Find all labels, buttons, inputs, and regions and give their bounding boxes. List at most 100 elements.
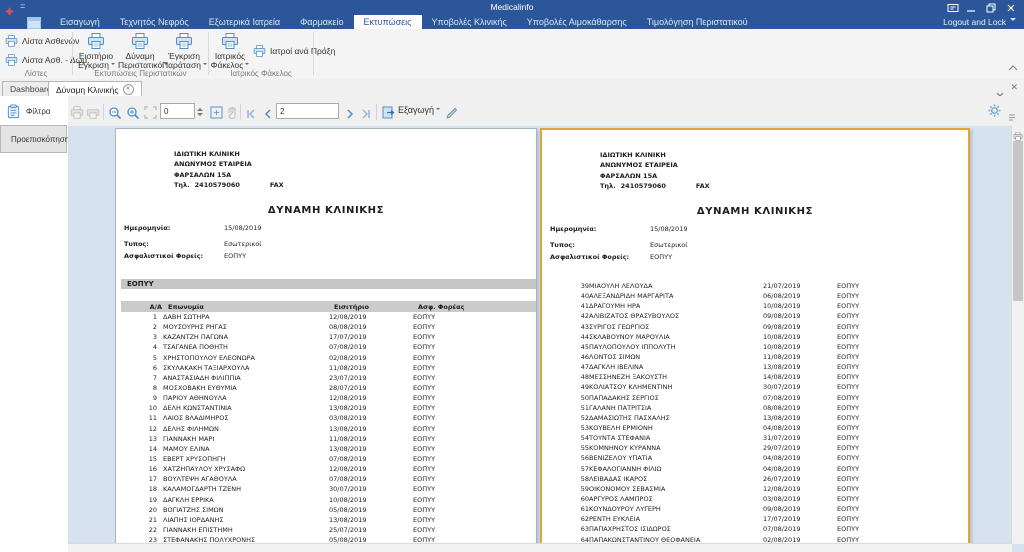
sidebar-item-filters[interactable]: Φίλτρα	[0, 97, 67, 125]
horizontal-scrollbar[interactable]	[68, 543, 1012, 552]
last-page-icon[interactable]	[360, 106, 371, 124]
chevron-down-icon	[203, 63, 207, 67]
report-row: 59ΟΙΚΟΝΟΜΟΥ ΣΕΒΑΣΜΙΑ12/08/2019ΕΟΠΥΥ	[542, 484, 968, 494]
collapse-ribbon-icon[interactable]	[1008, 58, 1018, 76]
report-row: 54ΤΟΥΝΤΑ ΣΤΕΦΑΝΙΑ31/07/2019ΕΟΠΥΥ	[542, 433, 968, 443]
report-cell: 07/08/2019	[329, 343, 366, 351]
report-cell: ΚΟΥΒΕΛΗ ΕΡΜΙΟΝΗ	[589, 424, 653, 432]
zoom-percent-icon[interactable]	[144, 106, 157, 124]
report-cell: ΕΟΠΥΥ	[837, 485, 859, 493]
report-row: 48ΜΕΣΣΗΝΕΖΗ ΞΑΚΟΥΣΤΗ14/08/2019ΕΟΠΥΥ	[542, 372, 968, 382]
report-cell: 47	[545, 363, 589, 371]
zoom-in-icon[interactable]	[126, 106, 140, 125]
report-row: 56ΒΕΝΙΖΕΛΟΥ ΥΠΑΤΙΑ04/08/2019ΕΟΠΥΥ	[542, 453, 968, 463]
report-cell: ΛΕΙΒΑΔΑΣ ΙΚΑΡΟΣ	[589, 475, 647, 483]
close-document-icon[interactable]: ✕	[1010, 82, 1018, 93]
print-doctors-per-procedure-button[interactable]: Ιατροί ανά Πράξη	[253, 45, 335, 57]
report-row: 16ΧΑΤΖΗΠΑΥΛΟΥ ΧΡΥΣΑΦΩ12/08/2019ΕΟΠΥΥ	[116, 464, 536, 474]
report-cell: ΕΟΠΥΥ	[837, 312, 859, 320]
sidebar-item-preview[interactable]: Προεπισκόπηση	[0, 125, 67, 153]
window-title: Medicalinfo	[0, 0, 1024, 15]
menu-tab-ypovoles-aimokatharsis[interactable]: Υποβολές Αιμοκάθαρσης	[517, 15, 637, 29]
report-cell: 08/08/2019	[329, 323, 366, 331]
report-meta-funds: Ασφαλιστικοί Φορείς:ΕΟΠΥΥ	[550, 253, 968, 261]
report-cell: ΤΣΑΓΑΝΕΑ ΠΟΘΗΤΗ	[163, 343, 228, 351]
printer-icon	[5, 54, 18, 66]
menu-tab-exoterika-iatreia[interactable]: Εξωτερικά Ιατρεία	[199, 15, 290, 29]
report-cell: ΕΟΠΥΥ	[837, 404, 859, 412]
print-medical-record-button[interactable]: Ιατρικός Φάκελος	[209, 31, 251, 71]
close-button[interactable]	[1002, 0, 1020, 15]
menu-tab-ypovoles-klinikis[interactable]: Υποβολές Κλινικής	[422, 15, 517, 29]
report-cell: 60	[545, 495, 589, 503]
report-cell: 4	[119, 343, 157, 351]
menu-tab-eisagogi[interactable]: Εισαγωγή	[50, 15, 110, 29]
report-cell: 57	[545, 465, 589, 473]
patient-rows-page1: 1ΔΑΒΗ ΣΩΤΗΡΑ12/08/2019ΕΟΠΥΥ2ΜΟΥΣΟΥΡΗΣ ΡΗ…	[116, 312, 536, 545]
vertical-scrollbar-thumb[interactable]	[1013, 141, 1023, 301]
report-meta-funds: Ασφαλιστικοί Φορείς:ΕΟΠΥΥ	[124, 252, 536, 260]
report-cell: 15	[119, 455, 157, 463]
vertical-scrollbar[interactable]	[1011, 126, 1024, 544]
logout-label: Logout and Lock	[943, 17, 1006, 27]
first-page-icon[interactable]	[246, 106, 257, 124]
report-cell: ΛΑΙΟΣ ΒΛΑΔΙΜΗΡΟΣ	[163, 414, 228, 422]
print-clinic-capacity-button[interactable]: Δύναμη Περιστατικό	[118, 31, 162, 71]
print-icon[interactable]	[70, 106, 84, 124]
next-page-icon[interactable]	[345, 106, 355, 124]
report-cell: ΠΑΠΑΧΡΗΣΤΟΣ ΙΣΙΔΩΡΟΣ	[589, 525, 671, 533]
report-cell: 41	[545, 302, 589, 310]
report-cell: ΧΡΗΣΤΟΠΟΥΛΟΥ ΕΛΕΟΝΩΡΑ	[163, 354, 255, 362]
report-cell: ΕΟΠΥΥ	[837, 525, 859, 533]
zoom-out-icon[interactable]	[108, 106, 122, 125]
report-cell: ΕΟΠΥΥ	[413, 333, 435, 341]
quick-print-icon[interactable]	[86, 106, 100, 124]
report-cell: 10/08/2019	[763, 343, 800, 351]
edit-pencil-icon[interactable]	[446, 106, 458, 124]
hand-tool-icon[interactable]	[226, 106, 238, 124]
menu-tab-farmakeio[interactable]: Φαρμακείο	[290, 15, 353, 29]
report-cell: 11/08/2019	[329, 435, 366, 443]
report-cell: 53	[545, 424, 589, 432]
report-cell: ΜΟΣΧΟΒΑΚΗ ΕΥΘΥΜΙΑ	[163, 384, 237, 392]
report-cell: ΠΑΥΛΟΠΟΥΛΟΥ ΙΠΠΟΛΥΤΗ	[589, 343, 676, 351]
report-cell: ΕΟΠΥΥ	[837, 363, 859, 371]
report-cell: 21/07/2019	[763, 282, 800, 290]
report-cell: 59	[545, 485, 589, 493]
zoom-spinner[interactable]	[195, 104, 204, 120]
report-page-2-selected[interactable]: ΙΔΙΩΤΙΚΗ ΚΛΙΝΙΚΗ ΑΝΩΝΥΜΟΣ ΕΤΑΙΡΕΙΑ ΦΑΡΣΑ…	[540, 128, 970, 547]
close-tab-icon[interactable]: ✕	[123, 84, 134, 95]
report-meta-date: Ημερομηνία:15/08/2019	[550, 225, 968, 233]
gear-icon[interactable]	[988, 104, 1001, 122]
section-header: ΕΟΠΥΥ	[121, 279, 536, 289]
page-number-input[interactable]	[276, 103, 339, 119]
export-label: Εξαγωγή	[398, 105, 434, 115]
toolbar-separator	[240, 104, 241, 120]
export-button[interactable]: Εξαγωγή	[398, 105, 440, 115]
print-ticket-approval-button[interactable]: Εισιτήριο Έγκριση	[74, 31, 118, 71]
report-row: 14ΜΑΜΟΥ ΕΛΙΝΑ13/08/2019ΕΟΠΥΥ	[116, 444, 536, 454]
report-row: 8ΜΟΣΧΟΒΑΚΗ ΕΥΘΥΜΙΑ28/07/2019ΕΟΠΥΥ	[116, 383, 536, 393]
report-cell: ΕΟΠΥΥ	[837, 505, 859, 513]
print-extension-approval-button[interactable]: Έγκριση Παράταση	[162, 31, 206, 71]
logout-and-lock-button[interactable]: Logout and Lock	[943, 15, 1016, 29]
printer-mini-icon[interactable]	[1013, 128, 1023, 146]
export-icon[interactable]	[382, 106, 395, 124]
restore-button[interactable]	[982, 0, 1000, 15]
report-cell: ΔΑΓΚΛΗ ΙΒΕΛΙΝΑ	[589, 363, 643, 371]
menu-tab-texnitos-nefros[interactable]: Τεχνητός Νεφρός	[110, 15, 199, 29]
previous-page-icon[interactable]	[263, 106, 273, 124]
menu-tab-timologisi-peristatikou[interactable]: Τιμολόγηση Περιστατικού	[637, 15, 758, 29]
report-cell: 16	[119, 465, 157, 473]
print-patient-list-button[interactable]: Λίστα Ασθενών	[5, 35, 79, 47]
report-row: 42ΑΛΙΒΙΖΑΤΟΣ ΘΡΑΣΥΒΟΥΛΟΣ09/08/2019ΕΟΠΥΥ	[542, 311, 968, 321]
zoom-value-input[interactable]	[160, 103, 195, 119]
report-cell: 56	[545, 454, 589, 462]
toolbar-overflow-icon[interactable]	[1008, 108, 1016, 126]
fit-page-icon[interactable]	[210, 106, 223, 124]
ribbon-options-icon[interactable]	[944, 0, 962, 15]
report-row: 49ΚΟΛΙΑΤΣΟΥ ΚΛΗΜΕΝΤΙΝΗ30/07/2019ΕΟΠΥΥ	[542, 382, 968, 392]
minimize-button[interactable]	[962, 0, 980, 15]
menu-tab-ektyposeis[interactable]: Εκτυπώσεις	[354, 15, 422, 29]
report-row: 40ΑΛΕΞΑΝΔΡΙΔΗ ΜΑΡΓΑΡΙΤΑ06/08/2019ΕΟΠΥΥ	[542, 291, 968, 301]
